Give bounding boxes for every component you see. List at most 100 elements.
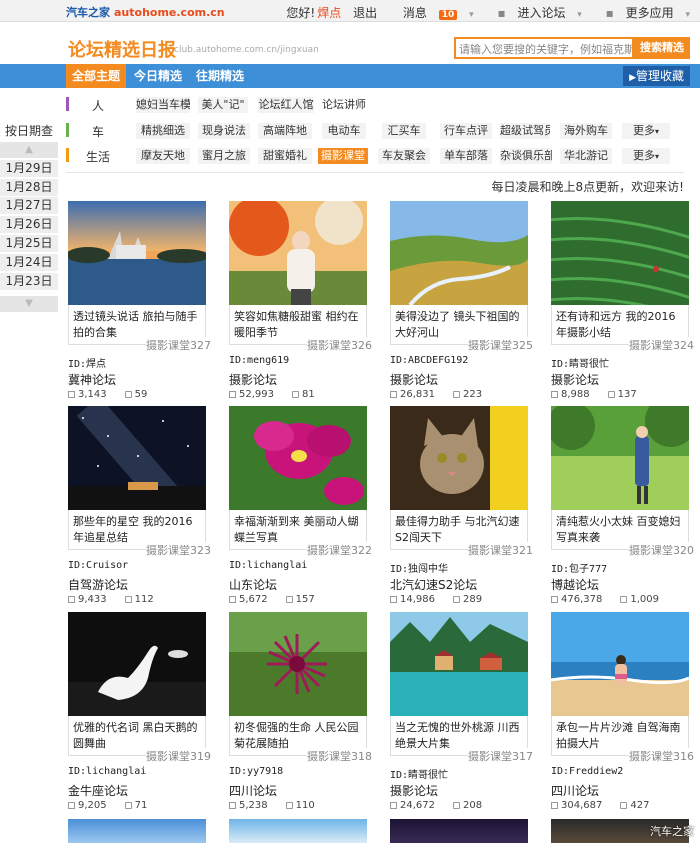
author-id[interactable]: ID:lichanglai: [68, 766, 146, 777]
article-thumbnail[interactable]: [229, 406, 367, 510]
search-button[interactable]: 搜索精选: [634, 37, 690, 59]
tag-item[interactable]: 杂谈俱乐部: [500, 148, 552, 164]
thumbnail-partial[interactable]: [229, 819, 367, 843]
date-item[interactable]: 1月24日: [0, 254, 58, 271]
article-thumbnail[interactable]: [229, 201, 367, 305]
author-id[interactable]: ID:睛哥很忙: [551, 355, 609, 370]
scroll-up-icon[interactable]: ▲: [0, 142, 58, 158]
issue-number: 摄影课堂322: [307, 542, 372, 558]
more-tags-button[interactable]: 更多▾: [622, 148, 670, 164]
views-icon: [390, 390, 397, 398]
messages-link[interactable]: 消息 10 ▾: [395, 6, 474, 20]
forum-link[interactable]: 摄影论坛: [390, 371, 438, 388]
replies-count: 71: [134, 800, 148, 811]
article-thumbnail[interactable]: [390, 612, 528, 716]
article-thumbnail[interactable]: [68, 406, 206, 510]
forum-link[interactable]: 自驾游论坛: [68, 576, 128, 593]
views-icon: [390, 801, 397, 809]
thumbnail-partial[interactable]: [68, 819, 206, 843]
views-icon: [551, 595, 558, 603]
divider: [66, 172, 684, 173]
article-thumbnail[interactable]: [551, 201, 689, 305]
tag-item[interactable]: 美人"记": [198, 97, 248, 113]
article-thumbnail[interactable]: [68, 612, 206, 716]
article-thumbnail[interactable]: [551, 406, 689, 510]
tag-item[interactable]: 行车点评: [440, 123, 492, 139]
views-icon: [68, 801, 75, 809]
thumbnail-partial[interactable]: [390, 819, 528, 843]
manage-favorites-button[interactable]: ▶管理收藏: [623, 66, 690, 86]
tag-item[interactable]: 蜜月之旅: [198, 148, 250, 164]
tag-item[interactable]: 超级试驾员: [500, 123, 550, 139]
search-input[interactable]: 请输入您要搜的关键字，例如福克斯: [454, 37, 634, 59]
tag-item-active[interactable]: 摄影课堂: [318, 148, 368, 164]
tag-item[interactable]: 电动车: [322, 123, 366, 139]
more-apps-link[interactable]: ▪ 更多应用 ▾: [598, 6, 690, 20]
date-item[interactable]: 1月29日: [0, 160, 58, 177]
tab-today[interactable]: 今日精选: [134, 64, 182, 88]
forum-entry-link[interactable]: ▪ 进入论坛 ▾: [489, 6, 581, 20]
category-cars[interactable]: 车: [92, 123, 104, 140]
tag-item[interactable]: 媳妇当车模: [136, 97, 190, 113]
forum-link[interactable]: 四川论坛: [229, 782, 277, 799]
logout-link[interactable]: 退出: [353, 6, 377, 20]
article-thumbnail[interactable]: [551, 612, 689, 716]
replies-icon: [292, 390, 299, 398]
views-count: 14,986: [400, 594, 435, 605]
tag-item[interactable]: 甜蜜婚礼: [258, 148, 312, 164]
author-id[interactable]: ID:meng619: [229, 355, 289, 366]
category-people[interactable]: 人: [92, 97, 104, 114]
article-stats: 5,238 110: [229, 800, 315, 811]
scroll-down-icon[interactable]: ▼: [0, 296, 58, 312]
date-item[interactable]: 1月28日: [0, 179, 58, 196]
tab-all-topics[interactable]: 全部主题: [66, 64, 126, 88]
tag-item[interactable]: 精挑细选: [136, 123, 190, 139]
tab-past[interactable]: 往期精选: [196, 64, 244, 88]
author-id[interactable]: ID:yy7918: [229, 766, 283, 777]
tag-item[interactable]: 华北游记: [560, 148, 612, 164]
forum-link[interactable]: 北汽幻速S2论坛: [390, 576, 477, 593]
author-id[interactable]: ID:睛哥很忙: [390, 766, 448, 781]
author-id[interactable]: ID:ABCDEFG192: [390, 355, 468, 366]
forum-link[interactable]: 摄影论坛: [229, 371, 277, 388]
issue-number: 摄影课堂324: [629, 337, 694, 353]
forum-link[interactable]: 冀神论坛: [68, 371, 116, 388]
tag-item[interactable]: 海外购车: [560, 123, 612, 139]
forum-link[interactable]: 四川论坛: [551, 782, 599, 799]
forum-link[interactable]: 金牛座论坛: [68, 782, 128, 799]
date-item[interactable]: 1月27日: [0, 197, 58, 214]
views-icon: [229, 595, 236, 603]
author-id[interactable]: ID:独闯中华: [390, 560, 448, 575]
tag-item[interactable]: 高端阵地: [258, 123, 312, 139]
article-thumbnail[interactable]: [229, 612, 367, 716]
tag-item[interactable]: 车友聚会: [378, 148, 430, 164]
forum-link[interactable]: 博越论坛: [551, 576, 599, 593]
username-link[interactable]: 焊点: [317, 6, 341, 20]
tag-item[interactable]: 单车部落: [440, 148, 492, 164]
author-id[interactable]: ID:包子777: [551, 560, 607, 575]
tag-item[interactable]: 现身说法: [198, 123, 250, 139]
site-logo[interactable]: 汽车之家 autohome.com.cn: [66, 4, 225, 20]
forum-link[interactable]: 摄影论坛: [390, 782, 438, 799]
date-item[interactable]: 1月26日: [0, 216, 58, 233]
tag-item[interactable]: 论坛讲师: [318, 97, 370, 113]
date-item[interactable]: 1月25日: [0, 235, 58, 252]
article-thumbnail[interactable]: [390, 201, 528, 305]
author-id[interactable]: ID:焊点: [68, 355, 106, 370]
date-item[interactable]: 1月23日: [0, 273, 58, 290]
tag-item[interactable]: 汇买车: [382, 123, 426, 139]
article-stats: 14,986 289: [390, 594, 482, 605]
tag-item[interactable]: 摩友天地: [136, 148, 190, 164]
article-stats: 26,831 223: [390, 389, 482, 400]
author-id[interactable]: ID:Cruisor: [68, 560, 128, 571]
tag-item[interactable]: 论坛红人馆: [258, 97, 314, 113]
category-life[interactable]: 生活: [86, 148, 110, 165]
article-thumbnail[interactable]: [68, 201, 206, 305]
author-id[interactable]: ID:Freddiew2: [551, 766, 623, 777]
author-id[interactable]: ID:lichanglai: [229, 560, 307, 571]
replies-icon: [285, 801, 293, 809]
more-tags-button[interactable]: 更多▾: [622, 123, 670, 139]
forum-link[interactable]: 摄影论坛: [551, 371, 599, 388]
forum-link[interactable]: 山东论坛: [229, 576, 277, 593]
article-thumbnail[interactable]: [390, 406, 528, 510]
